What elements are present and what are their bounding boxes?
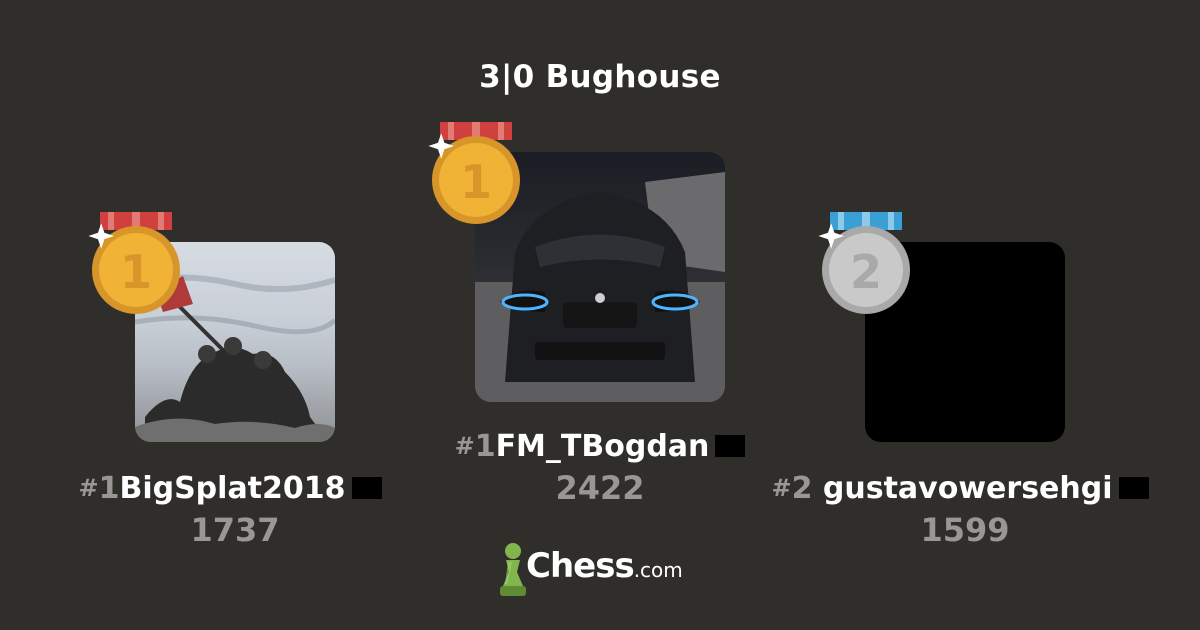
player-username[interactable]: BigSplat2018 (119, 471, 345, 506)
player-name-line[interactable]: #2 gustavowersehgi (760, 468, 1160, 509)
rank-hash: # (771, 474, 792, 502)
gold-medal-icon: 1 (428, 122, 520, 224)
rank-number: 1 (98, 471, 120, 506)
pawn-icon (500, 543, 526, 596)
rank-number: 1 (474, 429, 496, 464)
logo-sub-text: .com (633, 558, 683, 582)
svg-text:2: 2 (850, 245, 882, 299)
rank-hash: # (454, 432, 475, 460)
player-rating: 1737 (190, 511, 280, 549)
rank-number: 2 (791, 471, 813, 506)
rank-hash: # (78, 474, 99, 502)
svg-text:1: 1 (460, 155, 492, 209)
player-username[interactable]: gustavowersehgi (823, 471, 1113, 506)
logo-main-text: Chess (526, 546, 635, 586)
player-username[interactable]: FM_TBogdan (496, 429, 710, 464)
chess-com-logo[interactable]: Chess.com (498, 540, 718, 600)
logo-wordmark: Chess.com (526, 546, 683, 586)
player-rating: 1599 (920, 511, 1010, 549)
player-rating: 2422 (555, 469, 645, 507)
player-name-line[interactable]: #1FM_TBogdan (410, 426, 790, 467)
svg-text:1: 1 (120, 245, 152, 299)
country-flag-icon (351, 477, 382, 499)
player-name-line[interactable]: #1BigSplat2018 (40, 468, 420, 509)
silver-medal-icon: 2 (818, 212, 910, 314)
page-title: 3|0 Bughouse (479, 59, 721, 95)
gold-medal-icon: 1 (88, 212, 180, 314)
country-flag-icon (715, 435, 746, 457)
country-flag-icon (1118, 477, 1149, 499)
